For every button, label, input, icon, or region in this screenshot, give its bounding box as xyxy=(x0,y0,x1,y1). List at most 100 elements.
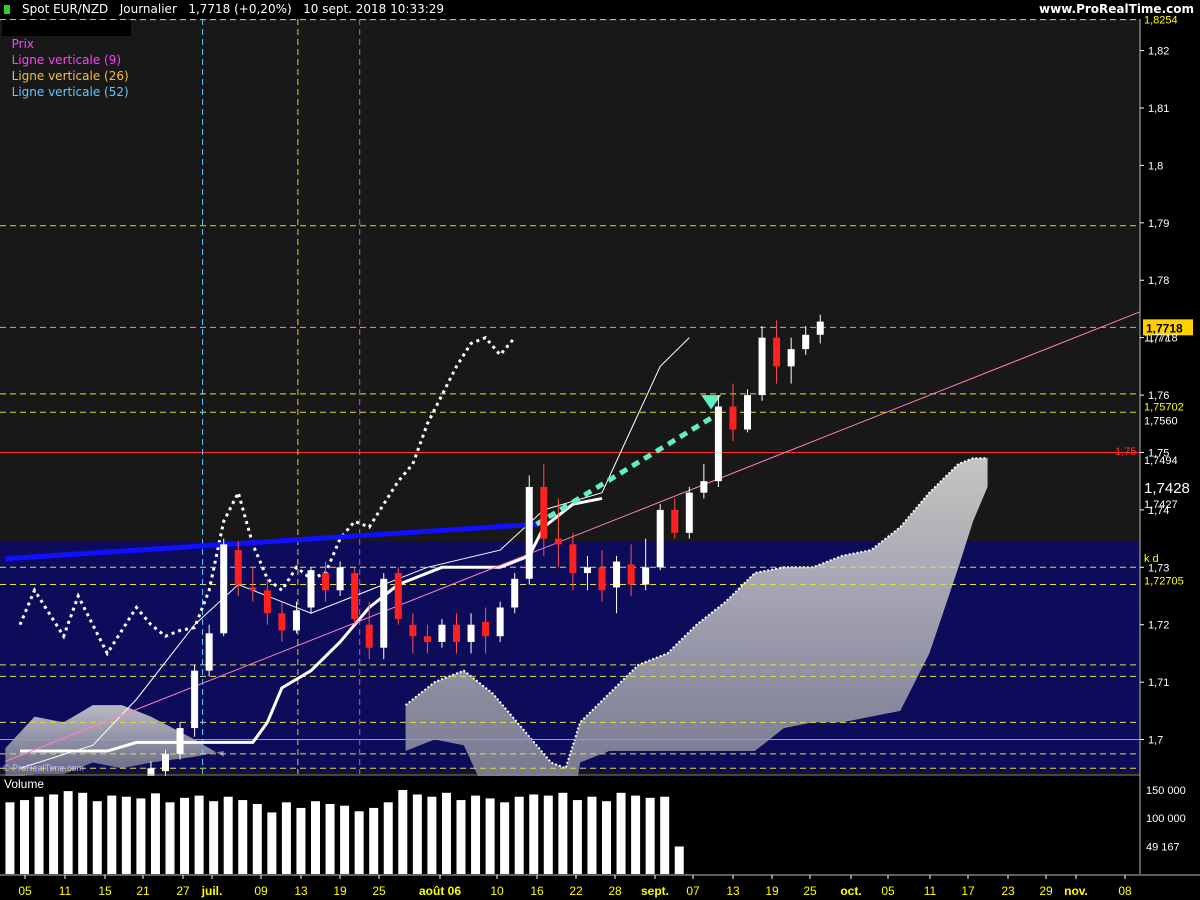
x-tick-label: 22 xyxy=(569,884,583,898)
candle-body xyxy=(176,728,184,754)
x-tick-label: sept. xyxy=(641,884,669,898)
volume-bar xyxy=(529,794,539,874)
price-tag: 1,7428 xyxy=(1144,480,1190,497)
volume-bar xyxy=(223,796,233,874)
volume-bar xyxy=(63,791,73,874)
candle-body xyxy=(642,567,650,585)
candle-body xyxy=(787,349,795,367)
candle-body xyxy=(409,624,417,637)
candle-body xyxy=(220,544,228,634)
y-tick-label: 1,81 xyxy=(1148,103,1169,115)
watermark: © ProRealTime.com xyxy=(3,763,84,773)
volume-bar xyxy=(340,805,350,874)
volume-bar xyxy=(500,802,510,874)
y-tick-label: 1,76 xyxy=(1148,390,1169,402)
candle-body xyxy=(802,334,810,350)
candle-body xyxy=(380,578,388,648)
x-tick-label: juil. xyxy=(201,884,223,898)
legend-vertical-26[interactable]: Ligne verticale (26) xyxy=(12,69,129,83)
x-tick-label: 23 xyxy=(1001,884,1015,898)
price-tag: 1,7494 xyxy=(1144,455,1178,467)
volume-bar xyxy=(136,798,146,874)
price-tag: 1,7427 xyxy=(1144,499,1178,511)
volume-bar xyxy=(645,797,655,874)
price-chart[interactable]: 1,821,811,81,791,781,771,761,751,741,731… xyxy=(0,0,1200,900)
candle-body xyxy=(336,567,344,591)
candle-body xyxy=(292,610,300,631)
x-tick-label: 17 xyxy=(961,884,975,898)
candle-body xyxy=(423,636,431,642)
candle-body xyxy=(554,538,562,545)
indicator-legend: Prix Ligne verticale (9) Ligne verticale… xyxy=(2,20,131,99)
legend-price[interactable]: Prix xyxy=(12,37,34,51)
x-tick-label: 19 xyxy=(765,884,779,898)
price-tag: 1,7560 xyxy=(1144,415,1178,427)
volume-bar xyxy=(456,800,466,874)
volume-bar xyxy=(631,795,641,874)
candle-body xyxy=(511,578,519,608)
volume-bar xyxy=(412,794,422,874)
y-tick-label: 1,82 xyxy=(1148,46,1169,58)
x-tick-label: 09 xyxy=(254,884,268,898)
x-tick-label: 10 xyxy=(490,884,504,898)
volume-bar xyxy=(471,795,481,874)
volume-bar xyxy=(34,796,44,874)
candle-body xyxy=(278,613,286,631)
candle-body xyxy=(671,509,679,533)
candle-body xyxy=(714,406,722,482)
volume-bar xyxy=(281,802,291,874)
volume-bar xyxy=(107,795,117,874)
volume-bar xyxy=(441,792,451,874)
price-tag: 1,75702 xyxy=(1144,402,1184,414)
candle-body xyxy=(263,590,271,614)
x-tick-label: 16 xyxy=(530,884,544,898)
volume-bar xyxy=(674,846,684,874)
x-tick-label: 25 xyxy=(803,884,817,898)
volume-bar xyxy=(92,801,102,874)
volume-bar xyxy=(383,802,393,874)
candle-body xyxy=(700,481,708,493)
candle-body xyxy=(627,564,635,585)
volume-bar xyxy=(587,796,597,874)
candle-body xyxy=(613,561,621,588)
volume-bar xyxy=(572,800,582,874)
candle-body xyxy=(744,395,751,430)
volume-bar xyxy=(194,795,204,874)
volume-bar xyxy=(558,792,568,874)
volume-bar xyxy=(20,800,29,874)
candle-body xyxy=(685,492,693,533)
candle-body xyxy=(816,321,824,335)
legend-vertical-9[interactable]: Ligne verticale (9) xyxy=(12,53,121,67)
y-tick-label: 1,71 xyxy=(1148,677,1169,689)
x-tick-label: 05 xyxy=(18,884,32,898)
volume-bar xyxy=(311,801,320,874)
volume-bar xyxy=(267,812,277,874)
x-tick-label: 19 xyxy=(333,884,347,898)
x-tick-label: 07 xyxy=(686,884,700,898)
x-tick-label: oct. xyxy=(840,884,861,898)
x-tick-label: 29 xyxy=(1039,884,1053,898)
candle-body xyxy=(758,337,766,396)
volume-bar xyxy=(238,800,248,874)
candle-body xyxy=(656,509,664,568)
legend-vertical-52[interactable]: Ligne verticale (52) xyxy=(12,85,129,99)
candle-body xyxy=(496,607,504,637)
candle-body xyxy=(394,573,402,619)
candle-body xyxy=(351,573,359,619)
x-tick-label: 13 xyxy=(726,884,740,898)
candle-body xyxy=(234,550,242,585)
volume-bar xyxy=(296,807,306,874)
y-tick-label: 1,7 xyxy=(1148,735,1163,747)
candle-body xyxy=(525,486,533,579)
x-tick-label: août 06 xyxy=(419,884,461,898)
candle-body xyxy=(583,567,591,574)
candle-body xyxy=(249,587,257,591)
candle-body xyxy=(438,624,446,642)
volume-bar xyxy=(325,804,335,874)
volume-title: Volume xyxy=(4,777,44,791)
price-tag: k d xyxy=(1144,553,1159,565)
volume-bar xyxy=(78,792,88,874)
x-tick-label: 08 xyxy=(1118,884,1132,898)
candle-body xyxy=(598,567,606,591)
y-tick-label: 1,8 xyxy=(1148,160,1163,172)
